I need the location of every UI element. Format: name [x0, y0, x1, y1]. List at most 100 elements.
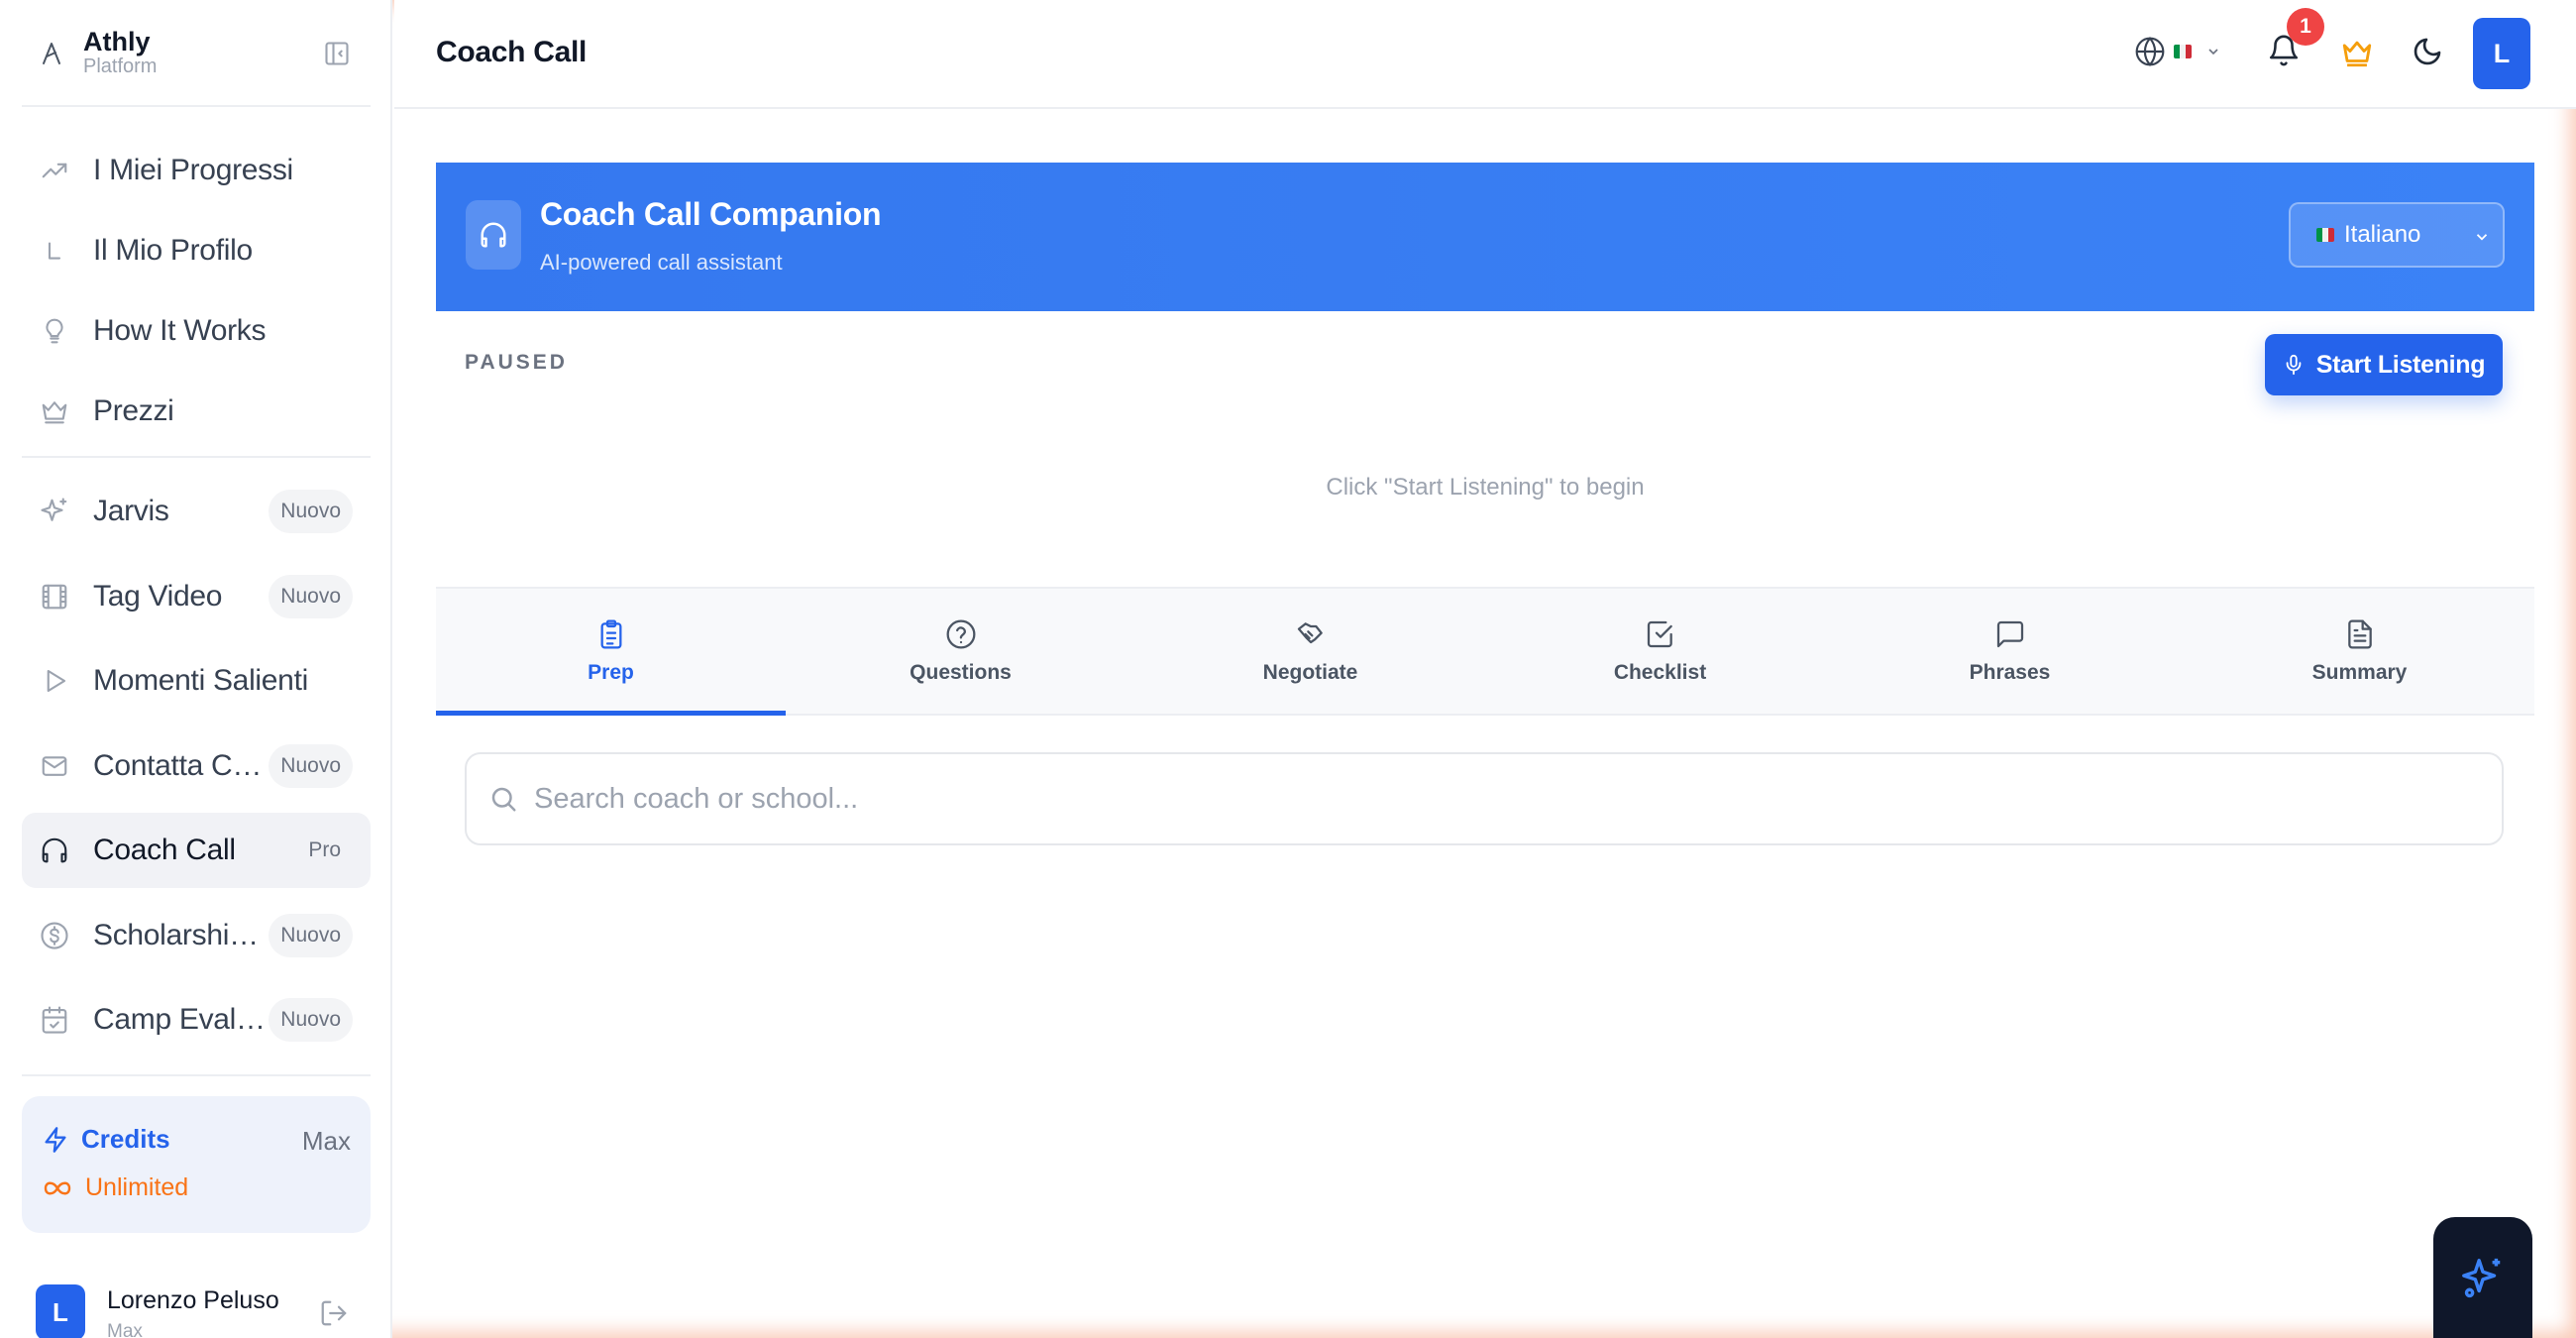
notifications-button[interactable]: 1 [2267, 8, 2324, 69]
search-input[interactable] [534, 782, 2502, 816]
sidebar-divider [22, 1074, 371, 1076]
sidebar-item-badge: Pro [308, 838, 341, 861]
top-header: Coach Call 1 L [394, 0, 2576, 109]
help-circle-icon [946, 619, 975, 649]
brand-name: Athly [83, 27, 151, 56]
sidebar-divider [22, 105, 371, 107]
crown-icon[interactable] [2340, 36, 2374, 69]
athly-logo-icon [43, 43, 60, 64]
chevron-down-icon [2476, 234, 2488, 241]
call-language-value: Italiano [2344, 221, 2421, 248]
corner-icon [48, 242, 61, 260]
sidebar-collapse-icon[interactable] [323, 40, 351, 67]
microphone-icon [2286, 354, 2302, 376]
tab-phrases[interactable]: Phrases [1835, 589, 2185, 714]
start-listening-button[interactable]: Start Listening [2265, 334, 2503, 395]
sidebar-item-label: Momenti Salienti [93, 664, 308, 697]
tab-questions[interactable]: Questions [786, 589, 1135, 714]
sidebar-item-how[interactable]: How It Works [22, 293, 371, 369]
clipboard-list-icon [600, 619, 621, 649]
sidebar-item-scholarship[interactable]: Scholarship ... Nuovo [22, 898, 371, 973]
tab-label: Phrases [1969, 661, 2051, 684]
credits-label: Credits [81, 1124, 170, 1154]
sidebar-item-label: I Miei Progressi [93, 154, 293, 186]
play-icon [47, 669, 66, 693]
sidebar-item-label: Scholarship ... [93, 918, 269, 951]
headphones-icon [481, 222, 506, 248]
status-label: PAUSED [465, 351, 568, 374]
credits-plan: Max [301, 1126, 351, 1156]
headphones-icon [42, 837, 67, 863]
sidebar-item-progress[interactable]: I Miei Progressi [22, 133, 371, 208]
crown-icon [42, 401, 67, 424]
sidebar-item-label: How It Works [93, 314, 267, 347]
file-text-icon [2347, 619, 2372, 649]
companion-title: Coach Call Companion [540, 196, 882, 232]
calendar-check-icon [42, 1006, 67, 1034]
user-avatar: L [36, 1284, 85, 1338]
companion-banner: Coach Call Companion AI-powered call ass… [436, 163, 2534, 311]
sidebar-item-contact-coach[interactable]: Contatta CoachNuovo [22, 728, 371, 804]
header-avatar[interactable]: L [2473, 18, 2530, 89]
sidebar-item-profile[interactable]: Il Mio Profilo [22, 213, 371, 288]
start-listening-label: Start Listening [2315, 350, 2486, 379]
page-title: Coach Call [436, 36, 588, 68]
notification-count-badge: 1 [2287, 8, 2324, 46]
user-profile[interactable]: L Lorenzo Peluso Max [36, 1284, 279, 1338]
app-window: Athly Platform I Miei Progressi Il Mio Pr… [0, 0, 2576, 1338]
brand[interactable]: Athly Platform [40, 28, 157, 77]
tab-negotiate[interactable]: Negotiate [1135, 589, 1485, 714]
call-language-select[interactable]: Italiano [2289, 202, 2505, 268]
search-box[interactable] [465, 752, 2504, 845]
sidebar-item-label: Tag Video [93, 579, 223, 613]
companion-subtitle: AI-powered call assistant [540, 250, 783, 275]
user-plan: Max [107, 1321, 143, 1338]
tab-label: Negotiate [1262, 661, 1358, 684]
sidebar-item-pricing[interactable]: Prezzi [22, 374, 371, 449]
handshake-icon [1297, 622, 1323, 644]
lightning-icon [45, 1126, 66, 1153]
trending-up-icon [42, 163, 67, 178]
language-switcher[interactable] [2134, 36, 2221, 67]
lightbulb-icon [46, 318, 63, 344]
tab-checklist[interactable]: Checklist [1485, 589, 1835, 714]
banner-icon-box [466, 200, 521, 270]
message-square-icon [1996, 620, 2023, 648]
tab-label: Summary [2311, 661, 2408, 684]
logout-icon[interactable] [319, 1298, 349, 1328]
sidebar-item-badge: Nuovo [268, 490, 353, 533]
tab-summary[interactable]: Summary [2185, 589, 2534, 714]
film-icon [42, 584, 67, 609]
sparkles-icon [2462, 1258, 2501, 1298]
sidebar-item-label: Contatta Coach [93, 748, 268, 782]
sidebar-item-label: Camp Evalua... [93, 1003, 268, 1036]
chevron-down-icon [2208, 49, 2218, 56]
sidebar-item-camp[interactable]: Camp Evalua...Nuovo [22, 982, 371, 1058]
search-icon [491, 787, 516, 812]
globe-icon [2135, 37, 2165, 66]
sidebar-item-highlights[interactable]: Momenti Salienti [22, 643, 371, 719]
empty-state-hint: Click "Start Listening" to begin [1326, 474, 1645, 501]
sidebar-item-badge: Nuovo [268, 998, 353, 1042]
ai-assistant-button[interactable] [2433, 1217, 2532, 1338]
sidebar-divider [22, 456, 371, 458]
sidebar-item-label: Jarvis [93, 495, 169, 527]
sidebar-item-jarvis[interactable]: Jarvis Nuovo [22, 474, 371, 549]
sidebar-item-label: Coach Call [93, 834, 236, 866]
credits-value: Unlimited [85, 1173, 189, 1201]
italy-flag-icon [2316, 228, 2334, 242]
sidebar-item-coach-call[interactable]: Coach Call Pro [22, 813, 371, 888]
tab-label: Prep [588, 661, 634, 684]
tab-label: Questions [910, 661, 1012, 684]
sidebar-item-badge: Nuovo [268, 913, 353, 957]
tab-label: Checklist [1613, 661, 1707, 684]
check-square-icon [1647, 620, 1672, 648]
credits-card[interactable]: Credits Max Unlimited [22, 1096, 371, 1233]
sidebar-item-tag-video[interactable]: Tag Video Nuovo [22, 559, 371, 634]
sidebar-item-badge: Nuovo [268, 574, 353, 618]
infinity-icon [44, 1181, 71, 1194]
moon-icon[interactable] [2412, 36, 2443, 67]
sidebar-item-label: Il Mio Profilo [93, 234, 253, 267]
tab-prep[interactable]: Prep [436, 589, 786, 716]
sidebar: Athly Platform I Miei Progressi Il Mio Pr… [0, 0, 392, 1338]
